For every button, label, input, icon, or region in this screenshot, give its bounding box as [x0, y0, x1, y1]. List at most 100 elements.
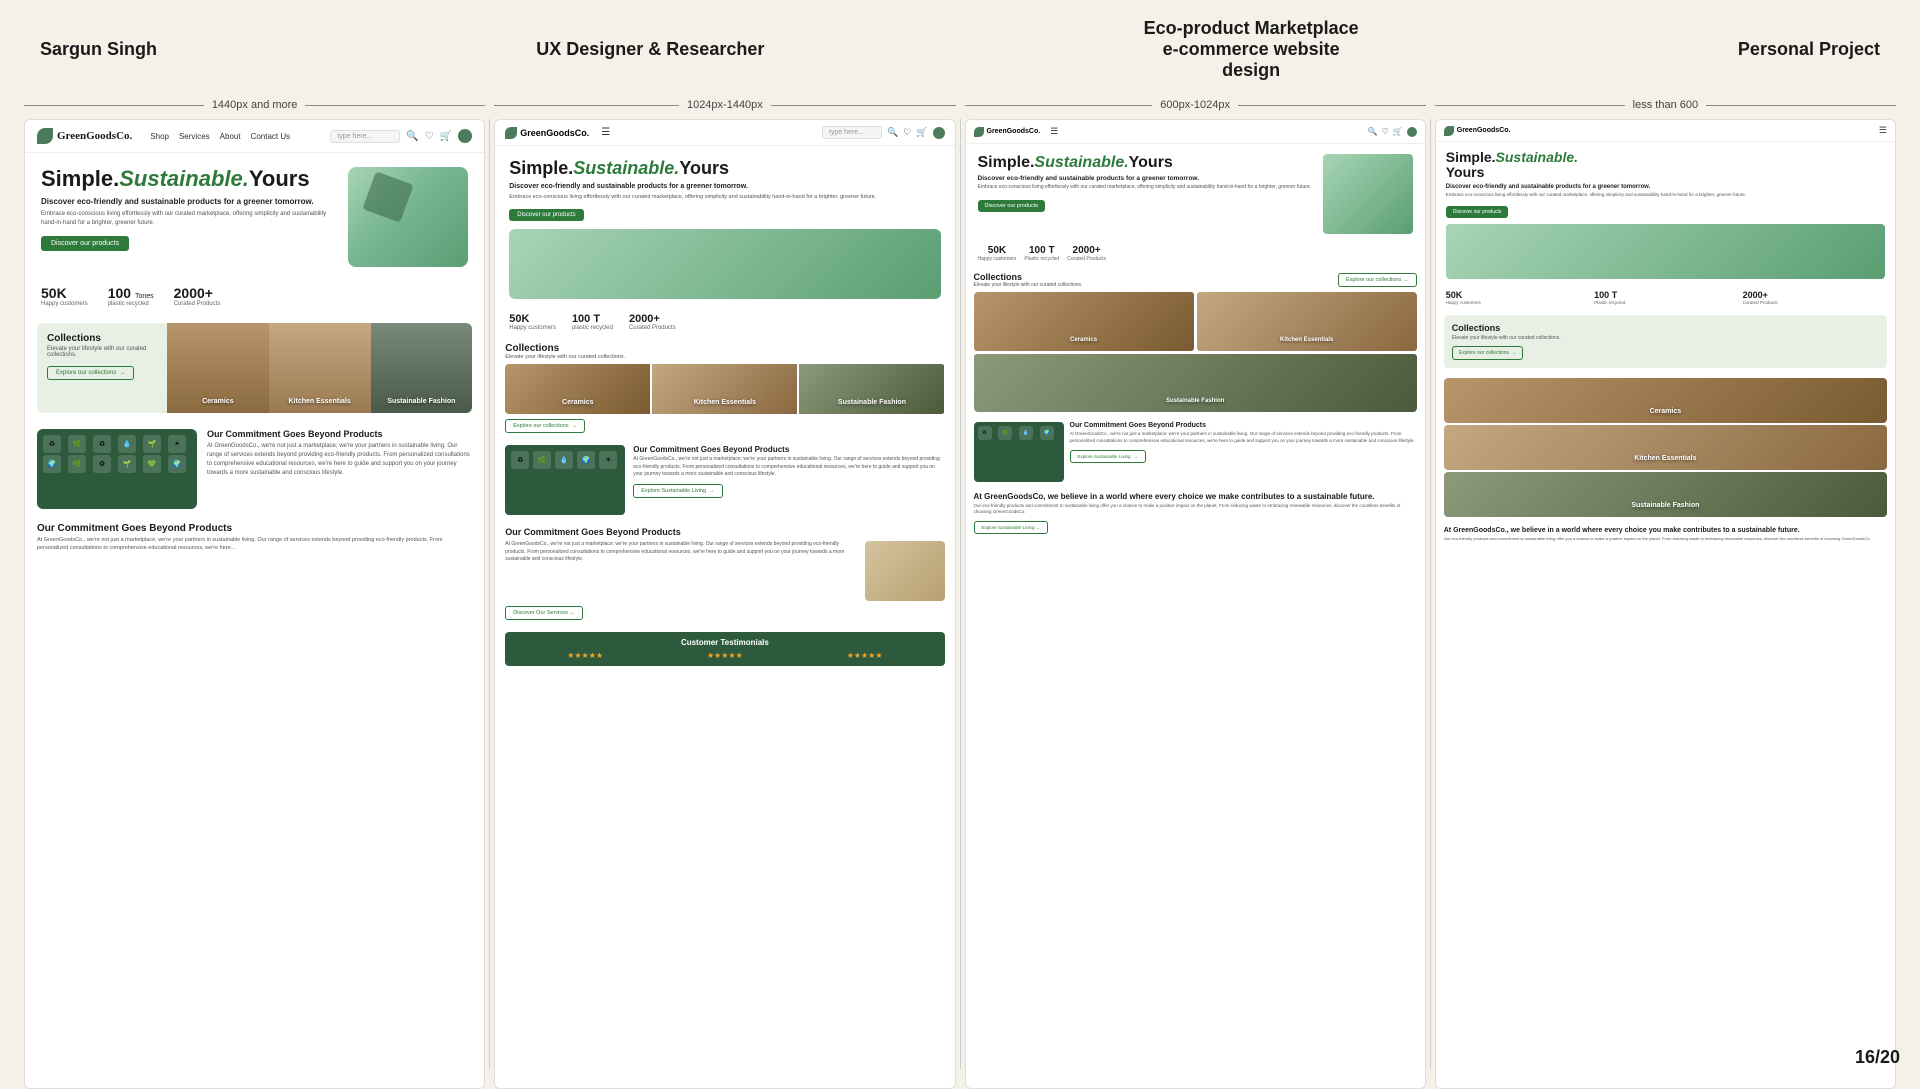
ceramics-lbl-m: Ceramics [1650, 408, 1682, 415]
author-name: Sargun Singh [40, 39, 157, 60]
eco-text-2: Our Commitment Goes Beyond Products At G… [633, 445, 944, 515]
cart-icon-3[interactable]: 🛒 [1393, 127, 1403, 136]
hero-image-m [1446, 224, 1885, 279]
stat-c-m: 50K Happy customers [1446, 290, 1588, 305]
fashion-2[interactable]: Sustainable Fashion [799, 364, 944, 414]
hero-image-2 [509, 229, 940, 299]
cart-icon-2[interactable]: 🛒 [916, 127, 927, 138]
hero-title-2: Simple.Sustainable.Yours [509, 158, 940, 179]
fashion-collection[interactable]: Sustainable Fashion [371, 323, 473, 413]
eco-image-2: ♻ 🌿 💧 🌍 ☀ [505, 445, 625, 515]
project-title-line1: Eco-product Marketplace [1144, 18, 1359, 39]
fashion-3[interactable]: Sustainable Fashion [974, 354, 1417, 413]
title-simple: Simple. [41, 166, 119, 191]
kitchen-m[interactable]: Kitchen Essentials [1444, 425, 1887, 470]
prod-lbl-3: Curated Products [1067, 256, 1106, 262]
heart-icon[interactable]: ♡ [425, 131, 434, 142]
cta-btn-3[interactable]: Discover our products [978, 200, 1046, 212]
products-label: Curated Products [174, 301, 221, 307]
hero-desc-m: Embrace eco-conscious living effortlessl… [1446, 192, 1885, 198]
fashion-m[interactable]: Sustainable Fashion [1444, 472, 1887, 517]
collections-imgs-2: Ceramics Kitchen Essentials Sustainable … [505, 364, 944, 414]
avatar-2[interactable] [933, 127, 945, 139]
nav-shop[interactable]: Shop [150, 132, 169, 141]
user-avatar[interactable] [458, 129, 472, 143]
ceramics-m[interactable]: Ceramics [1444, 378, 1887, 423]
mockup-1024: GreenGoodsCo. ☰ type here... 🔍 ♡ 🛒 Simpl… [494, 119, 955, 1089]
eco-arrow-2: → [709, 488, 715, 494]
kitchen-2[interactable]: Kitchen Essentials [652, 364, 797, 414]
commitment-desc: At GreenGoodsCo., we're not just a marke… [37, 536, 472, 553]
hero-sub-3: Discover eco-friendly and sustainable pr… [978, 175, 1315, 182]
explore-btn-3[interactable]: Explore our collections → [1338, 273, 1417, 287]
explore-btn-m[interactable]: Explore our collections → [1452, 346, 1523, 360]
cart-icon[interactable]: 🛒 [440, 131, 452, 142]
nav-services[interactable]: Services [179, 132, 210, 141]
title-yours-2: Yours [679, 158, 729, 178]
search-box-2[interactable]: type here... [822, 126, 882, 139]
hamburger-mobile[interactable]: ☰ [1879, 125, 1887, 136]
fashion-lbl-3: Sustainable Fashion [1166, 398, 1224, 404]
title-simple-3: Simple. [978, 154, 1035, 171]
search-icon-3[interactable]: 🔍 [1368, 127, 1378, 136]
logo-icon-m [1444, 126, 1454, 136]
eco-i2: 🌿 [533, 451, 551, 469]
logo-600: GreenGoodsCo. [974, 127, 1041, 137]
collections-grid-3: Ceramics Kitchen Essentials Sustainable … [974, 292, 1417, 412]
heart-icon-3[interactable]: ♡ [1382, 127, 1389, 136]
stars-2: ★★★★★ [707, 651, 743, 660]
collections-sub-2: Elevate your lifestyle with our curated … [505, 354, 944, 360]
commitment-title-3: At GreenGoodsCo, we believe in a world w… [974, 492, 1417, 501]
fashion-lbl-m: Sustainable Fashion [1631, 502, 1699, 509]
services-btn[interactable]: Discover Our Services → [505, 606, 583, 620]
hero-600: Simple.Sustainable.Yours Discover eco-fr… [966, 144, 1425, 240]
avatar-3[interactable] [1407, 127, 1417, 137]
customers-lbl-2: Happy customers [509, 325, 556, 331]
bp3-line-right [1238, 105, 1426, 106]
hamburger-icon[interactable]: ☰ [601, 127, 610, 138]
cta-button[interactable]: Discover our products [41, 236, 129, 251]
heart-icon-2[interactable]: ♡ [903, 127, 911, 138]
explore-btn-sustainable-3[interactable]: Explore Sustainable Living → [974, 521, 1049, 534]
eco-btn-3[interactable]: Explore Sustainable Living → [1070, 450, 1147, 463]
explore-lbl-m: Explore our collections [1459, 350, 1509, 356]
title-sustainable-3: Sustainable. [1034, 154, 1128, 171]
stars-1: ★★★★★ [567, 651, 603, 660]
cta-btn-2[interactable]: Discover our products [509, 209, 583, 221]
search-icon-2[interactable]: 🔍 [887, 127, 898, 138]
explore-collections-btn[interactable]: Explore our collections → [47, 366, 134, 380]
ceramics-collection[interactable]: Ceramics [167, 323, 269, 413]
collections-subtitle: Elevate your lifestyle with our curated … [47, 346, 157, 358]
brand-name: GreenGoodsCo. [57, 130, 132, 142]
search-icon[interactable]: 🔍 [406, 131, 418, 142]
stat-plastic-2: 100 T plastic recycled [572, 313, 613, 331]
eco-desc: At GreenGoodsCo., we're not just a marke… [207, 442, 472, 478]
kitchen-collection[interactable]: Kitchen Essentials [269, 323, 371, 413]
eco-icon-9: ♻ [93, 455, 111, 473]
search-box[interactable]: type here... [330, 130, 400, 143]
mockup-600: GreenGoodsCo. ☰ 🔍 ♡ 🛒 Simple.Sustainable… [965, 119, 1426, 1089]
hero-1440: Simple.Sustainable.Yours Discover eco-fr… [25, 153, 484, 277]
hamburger-icon-3[interactable]: ☰ [1050, 126, 1058, 137]
explore-lbl-3: Explore our collections [1346, 277, 1401, 283]
plastic-number: 100 Tones [108, 285, 154, 301]
cta-btn-m[interactable]: Discover our products [1446, 206, 1509, 218]
eco-btn-2[interactable]: Explore Sustainable Living → [633, 484, 722, 498]
ceramics-3[interactable]: Ceramics [974, 292, 1194, 351]
eco-icon-4: 💧 [118, 435, 136, 453]
hero-text-3: Simple.Sustainable.Yours Discover eco-fr… [978, 154, 1315, 234]
explore-arr-m: → [1511, 350, 1516, 356]
kitchen-3[interactable]: Kitchen Essentials [1197, 292, 1417, 351]
hero-title-3: Simple.Sustainable.Yours [978, 154, 1315, 172]
title-yours: Yours [249, 166, 310, 191]
nav-contact[interactable]: Contact Us [251, 132, 291, 141]
nav-about[interactable]: About [220, 132, 241, 141]
commitment-image [865, 541, 945, 601]
ceramics-lbl-3: Ceramics [1070, 337, 1097, 343]
collections-1024: Collections Elevate your lifestyle with … [505, 343, 944, 433]
title-sustainable: Sustainable. [119, 166, 249, 191]
ceramics-2[interactable]: Ceramics [505, 364, 650, 414]
eco-icons-grid: ♻ 🌿 ♻ 💧 🌱 ☀ 🌍 🌿 ♻ 🌱 💚 🌍 [37, 429, 197, 479]
explore-btn-2[interactable]: Explore our collections → [505, 419, 585, 433]
hero-sub-m: Discover eco-friendly and sustainable pr… [1446, 184, 1885, 190]
